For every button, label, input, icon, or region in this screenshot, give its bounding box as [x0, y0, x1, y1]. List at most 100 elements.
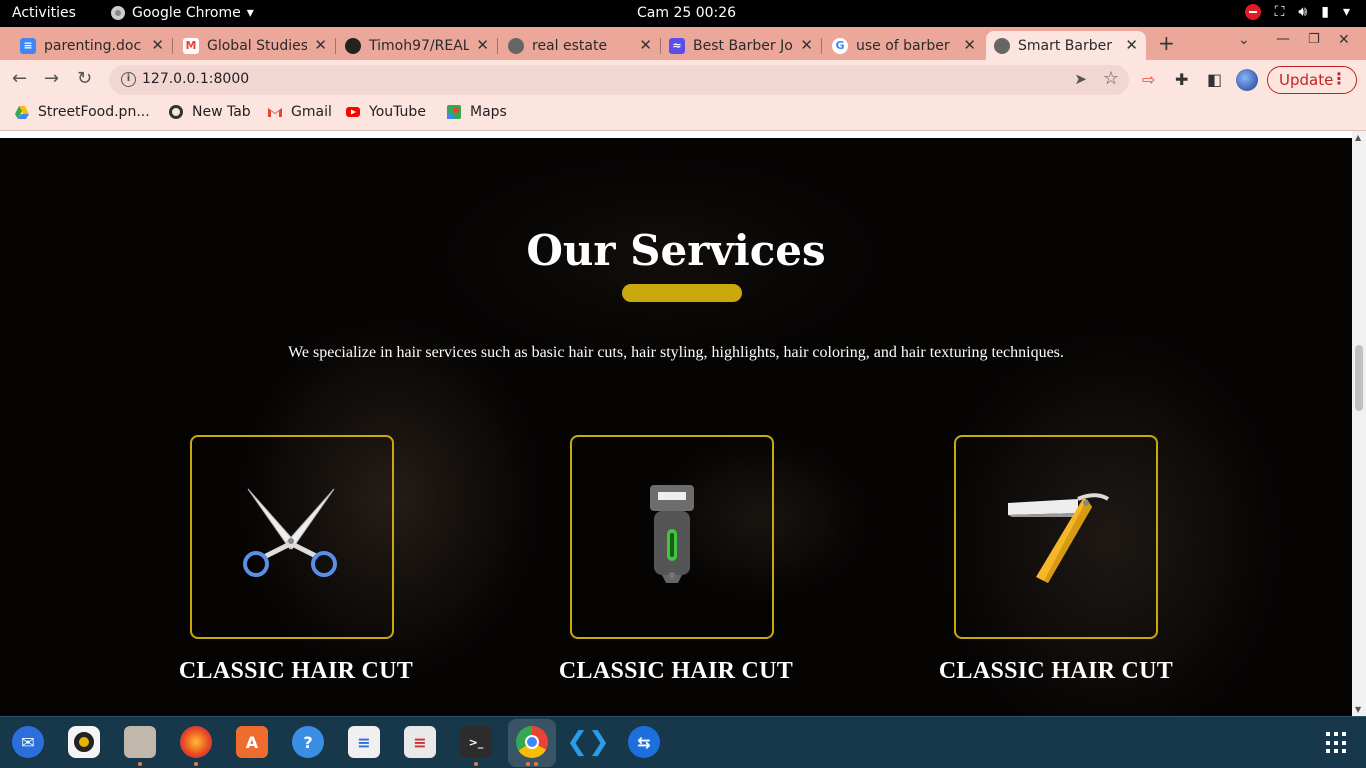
activities-button[interactable]: Activities	[12, 5, 76, 21]
bookmark-gmail[interactable]: Gmail	[267, 104, 332, 120]
star-icon[interactable]: ☆	[1103, 68, 1119, 89]
service-card-icon-box[interactable]	[190, 435, 394, 639]
bookmark-label: YouTube	[369, 104, 426, 120]
tab-use-of-barber[interactable]: G use of barber ✕	[824, 31, 984, 60]
service-card-title: CLASSIC HAIR CUT	[178, 658, 414, 684]
forward-button[interactable]: →	[44, 68, 59, 89]
tab-title: parenting.doc	[44, 37, 142, 54]
gmail-icon	[268, 108, 282, 117]
close-icon[interactable]: ✕	[314, 36, 327, 54]
minimize-button[interactable]: —	[1276, 31, 1290, 47]
battery-icon: ▮	[1321, 4, 1329, 20]
update-button[interactable]: Update ⋮	[1267, 66, 1357, 94]
chevron-down-icon: ▾	[246, 5, 254, 21]
app-menu[interactable]: Google Chrome ▾	[110, 5, 254, 21]
gmail-icon: M	[183, 37, 199, 54]
globe-icon	[169, 105, 183, 119]
close-icon[interactable]: ✕	[639, 36, 652, 54]
close-icon[interactable]: ✕	[476, 36, 489, 54]
globe-icon	[994, 37, 1010, 54]
scroll-up-icon[interactable]: ▲	[1355, 133, 1361, 142]
bookmark-label: Maps	[470, 104, 507, 120]
volume-icon: 🔊︎	[1298, 4, 1308, 20]
teamviewer-icon[interactable]: ⇆	[628, 726, 660, 758]
maximize-button[interactable]: ❐	[1308, 32, 1320, 47]
service-card-title: CLASSIC HAIR CUT	[558, 658, 794, 684]
tab-title: real estate	[532, 37, 608, 54]
system-top-bar: Activities Google Chrome ▾ Cam 25 00:26 …	[0, 0, 1366, 27]
services-description: We specialize in hair services such as b…	[288, 344, 1064, 361]
services-section: Our Services We specialize in hair servi…	[0, 138, 1352, 716]
tab-smart-barber[interactable]: Smart Barber ✕	[986, 31, 1146, 60]
menu-icon: ⋮	[1331, 69, 1347, 88]
extension-icon[interactable]: ⇨	[1142, 70, 1155, 89]
info-icon[interactable]: i	[121, 72, 136, 87]
document-viewer-icon[interactable]: ≡	[404, 726, 436, 758]
bookmark-new-tab[interactable]: New Tab	[168, 104, 251, 120]
site-icon: ≈	[669, 37, 685, 54]
network-icon: ⛶	[1274, 4, 1285, 20]
reload-button[interactable]: ↻	[77, 68, 92, 89]
browser-toolbar: ← → ↻ i 127.0.0.1:8000 ➤ ☆ ⇨ ✚ ◧ Update …	[0, 60, 1366, 99]
chrome-icon	[111, 6, 125, 20]
update-label: Update	[1279, 71, 1334, 89]
page-scrollbar[interactable]: ▲ ▼	[1352, 131, 1366, 716]
page-top-edge	[0, 131, 1352, 138]
bookmark-maps[interactable]: Maps	[446, 104, 507, 120]
back-button[interactable]: ←	[12, 68, 27, 89]
firefox-icon[interactable]	[180, 726, 212, 766]
help-icon[interactable]: ?	[292, 726, 324, 758]
vscode-icon[interactable]: ❮❯	[566, 726, 610, 758]
close-window-button[interactable]: ✕	[1338, 32, 1350, 48]
tab-strip: ≡ parenting.doc ✕ M Global Studies ✕ Tim…	[0, 27, 1366, 60]
chrome-icon[interactable]	[516, 726, 548, 766]
thunderbird-icon[interactable]: ✉	[12, 726, 44, 758]
service-card-icon-box[interactable]	[570, 435, 774, 639]
close-icon[interactable]: ✕	[151, 36, 164, 54]
scroll-down-icon[interactable]: ▼	[1355, 705, 1361, 714]
close-icon[interactable]: ✕	[1125, 36, 1138, 54]
youtube-icon	[346, 107, 360, 117]
hair-clipper-icon	[650, 485, 694, 583]
scrollbar-thumb[interactable]	[1355, 345, 1363, 411]
libreoffice-writer-icon[interactable]: ≡	[348, 726, 380, 758]
tab-global-studies[interactable]: M Global Studies ✕	[175, 31, 336, 60]
show-apps-icon[interactable]	[1326, 732, 1348, 754]
dock: ✉ A ? ≡ ≡ >_ ❮❯ ⇆	[0, 716, 1366, 768]
close-icon[interactable]: ✕	[800, 36, 813, 54]
files-icon[interactable]	[124, 726, 156, 766]
maps-icon	[447, 105, 461, 119]
bookmarks-bar: StreetFood.pn... New Tab Gmail YouTube M…	[0, 99, 1366, 131]
tab-title: Timoh97/REAL	[369, 37, 469, 54]
side-panel-icon[interactable]: ◧	[1207, 70, 1222, 89]
tab-search-button[interactable]: ⌄	[1238, 32, 1250, 48]
tab-github[interactable]: Timoh97/REAL ✕	[337, 31, 498, 60]
address-bar[interactable]: i 127.0.0.1:8000 ➤ ☆	[109, 65, 1129, 95]
service-card-icon-box[interactable]	[954, 435, 1158, 639]
terminal-icon[interactable]: >_	[460, 726, 492, 766]
tab-best-barber[interactable]: ≈ Best Barber Jo ✕	[661, 31, 822, 60]
puzzle-icon[interactable]: ✚	[1175, 70, 1188, 89]
rhythmbox-icon[interactable]	[68, 726, 100, 758]
tab-title: Smart Barber	[1018, 37, 1112, 54]
tab-title: Global Studies	[207, 37, 307, 54]
software-center-icon[interactable]: A	[236, 726, 268, 758]
services-title: Our Services	[526, 226, 826, 275]
bookmark-streetfood[interactable]: StreetFood.pn...	[14, 104, 150, 120]
send-icon[interactable]: ➤	[1074, 70, 1087, 88]
url-text: 127.0.0.1:8000	[142, 71, 250, 87]
google-docs-icon: ≡	[20, 37, 36, 54]
tab-parenting[interactable]: ≡ parenting.doc ✕	[12, 31, 173, 60]
avatar[interactable]	[1236, 69, 1258, 91]
bookmark-youtube[interactable]: YouTube	[345, 104, 426, 120]
do-not-disturb-icon	[1244, 4, 1261, 20]
tab-real-estate[interactable]: real estate ✕	[500, 31, 661, 60]
new-tab-button[interactable]: +	[1158, 31, 1175, 55]
github-icon	[345, 37, 361, 54]
bookmark-label: StreetFood.pn...	[38, 104, 150, 120]
system-tray[interactable]: ⛶ 🔊︎ ▮ ▾	[1244, 4, 1350, 20]
close-icon[interactable]: ✕	[963, 36, 976, 54]
app-menu-label: Google Chrome	[132, 5, 241, 21]
service-card-title: CLASSIC HAIR CUT	[938, 658, 1174, 684]
clock[interactable]: Cam 25 00:26	[637, 5, 736, 21]
